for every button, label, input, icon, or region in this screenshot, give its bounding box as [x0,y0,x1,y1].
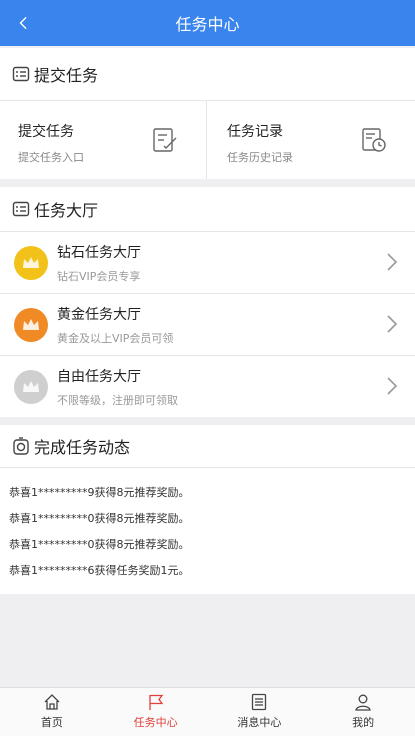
crown-medal-icon [14,369,48,404]
bottom-tab-bar: 首页 任务中心 消息中心 我的 [0,687,415,736]
submit-section-title: 提交任务 [34,66,99,85]
page-title: 任务中心 [175,15,240,34]
feed-item: 恭喜1*********9获得8元推荐奖励。 [9,486,190,499]
crown-medal-icon [14,245,48,280]
chevron-right-icon [387,315,398,333]
back-button[interactable] [12,10,36,36]
feed-section: 完成任务动态 恭喜1*********9获得8元推荐奖励。 恭喜1*******… [0,425,415,594]
edit-document-icon [153,128,177,152]
hall-item-subtitle: 钻石VIP会员专享 [57,269,141,283]
hall-item-gold[interactable]: 黄金任务大厅 黄金及以上VIP会员可领 [0,294,415,356]
chevron-left-icon [19,16,27,30]
tab-label: 消息中心 [237,716,282,729]
hall-section-title: 任务大厅 [34,201,99,220]
hall-item-title: 自由任务大厅 [57,368,141,385]
flag-icon [148,694,163,710]
tab-label: 我的 [352,716,375,729]
list-card-icon [12,65,30,83]
hall-item-subtitle: 黄金及以上VIP会员可领 [57,331,174,345]
tab-profile[interactable]: 我的 [311,688,415,736]
tab-task-center[interactable]: 任务中心 [104,688,208,736]
chevron-right-icon [387,377,398,395]
tab-messages[interactable]: 消息中心 [208,688,312,736]
feed-section-header: 完成任务动态 [0,425,415,468]
chevron-right-icon [387,253,398,271]
hall-item-diamond[interactable]: 钻石任务大厅 钻石VIP会员专享 [0,232,415,294]
tab-label: 任务中心 [133,716,178,729]
feed-item: 恭喜1*********6获得任务奖励1元。 [9,564,190,577]
feed-section-title: 完成任务动态 [34,438,131,457]
task-record-entry[interactable]: 任务记录 任务历史记录 [206,101,415,179]
hall-item-free[interactable]: 自由任务大厅 不限等级，注册即可领取 [0,356,415,417]
user-icon [355,694,371,711]
stopwatch-icon [12,437,30,455]
feed-item: 恭喜1*********0获得8元推荐奖励。 [9,538,190,551]
tab-label: 首页 [40,716,63,729]
submit-section-header: 提交任务 [0,48,415,101]
list-card-icon [12,200,30,218]
hall-section-header: 任务大厅 [0,187,415,232]
history-record-icon [362,128,386,152]
submit-section: 提交任务 提交任务 提交任务入口 任务记录 任务历史记录 [0,48,415,179]
hall-item-subtitle: 不限等级，注册即可领取 [57,393,178,407]
hall-item-title: 黄金任务大厅 [57,306,141,323]
hall-section: 任务大厅 钻石任务大厅 钻石VIP会员专享 黄金任务大厅 黄金及以上VIP会员可… [0,187,415,417]
feed-item: 恭喜1*********0获得8元推荐奖励。 [9,512,190,525]
top-bar: 任务中心 [0,0,415,46]
submit-row: 提交任务 提交任务入口 任务记录 任务历史记录 [0,101,415,179]
crown-medal-icon [14,307,48,342]
home-icon [44,694,60,710]
tab-home[interactable]: 首页 [0,688,104,736]
submit-task-entry[interactable]: 提交任务 提交任务入口 [0,101,206,179]
list-icon [252,693,267,711]
feed-list: 恭喜1*********9获得8元推荐奖励。 恭喜1*********0获得8元… [0,468,415,594]
hall-item-title: 钻石任务大厅 [57,244,141,261]
